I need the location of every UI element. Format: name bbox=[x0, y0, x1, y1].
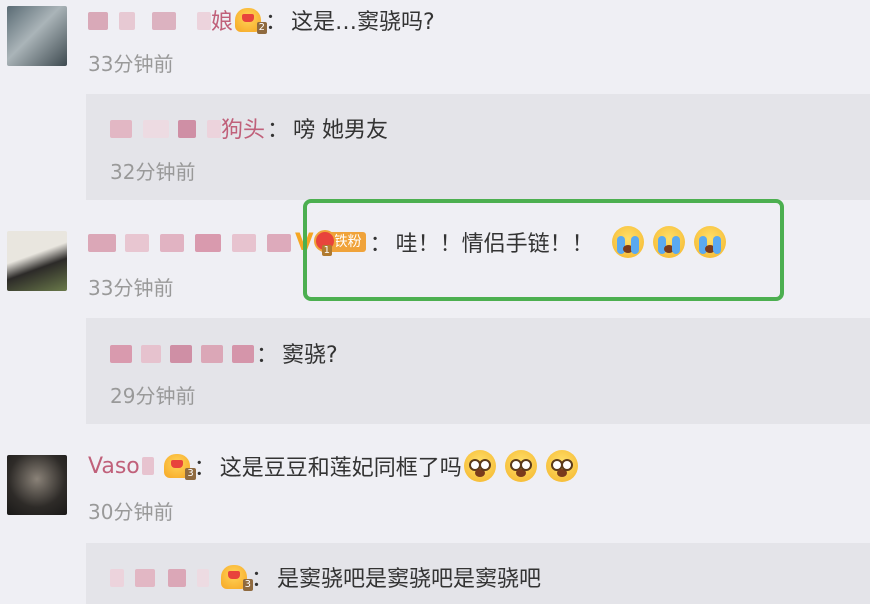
reply-timestamp: 32分钟前 bbox=[110, 160, 196, 184]
timestamp: 33分钟前 bbox=[88, 276, 174, 300]
username-obscured[interactable] bbox=[110, 341, 254, 366]
timestamp: 30分钟前 bbox=[88, 500, 174, 524]
reply-timestamp: 29分钟前 bbox=[110, 384, 196, 408]
avatar[interactable] bbox=[7, 455, 67, 515]
username[interactable]: 娘 bbox=[211, 4, 233, 36]
reply-header: ： 窦骁? bbox=[110, 337, 338, 369]
username-obscured[interactable] bbox=[88, 8, 211, 33]
reply-username[interactable]: 狗头 bbox=[221, 112, 265, 144]
username-obscured[interactable] bbox=[110, 565, 209, 590]
reply-box[interactable] bbox=[86, 94, 870, 200]
fan-crown-icon: 2 bbox=[235, 8, 268, 34]
reply-box[interactable] bbox=[86, 318, 870, 424]
shocked-emoji-icon bbox=[463, 450, 496, 482]
comment-text: 这是…窦骁吗? bbox=[291, 10, 435, 35]
comment-header: 娘 2 ： 这是…窦骁吗? bbox=[88, 4, 435, 36]
username-obscured[interactable] bbox=[141, 457, 154, 475]
reply-text: 窦骁? bbox=[282, 343, 338, 368]
timestamp: 33分钟前 bbox=[88, 52, 174, 76]
fan-crown-icon: 3 bbox=[163, 454, 196, 480]
username-obscured[interactable] bbox=[110, 116, 221, 141]
shocked-emoji-icon bbox=[504, 450, 537, 482]
reply-header: 3 ： 是窦骁吧是窦骁吧是窦骁吧 bbox=[110, 561, 541, 593]
reply-text: 嗙 她男友 bbox=[293, 118, 389, 143]
username[interactable]: Vaso bbox=[88, 454, 140, 479]
reply-text: 是窦骁吧是窦骁吧是窦骁吧 bbox=[277, 567, 542, 592]
comment-header: Vaso 3 ： 这是豆豆和莲妃同框了吗 bbox=[88, 450, 578, 482]
comment-text: 这是豆豆和莲妃同框了吗 bbox=[219, 456, 462, 481]
reply-header: 狗头 ： 嗙 她男友 bbox=[110, 112, 388, 144]
highlight-box bbox=[303, 199, 784, 301]
username-obscured[interactable] bbox=[88, 230, 291, 255]
avatar[interactable] bbox=[7, 231, 67, 291]
fan-crown-icon: 3 bbox=[221, 565, 253, 591]
shocked-emoji-icon bbox=[545, 450, 578, 482]
avatar[interactable] bbox=[7, 6, 67, 66]
